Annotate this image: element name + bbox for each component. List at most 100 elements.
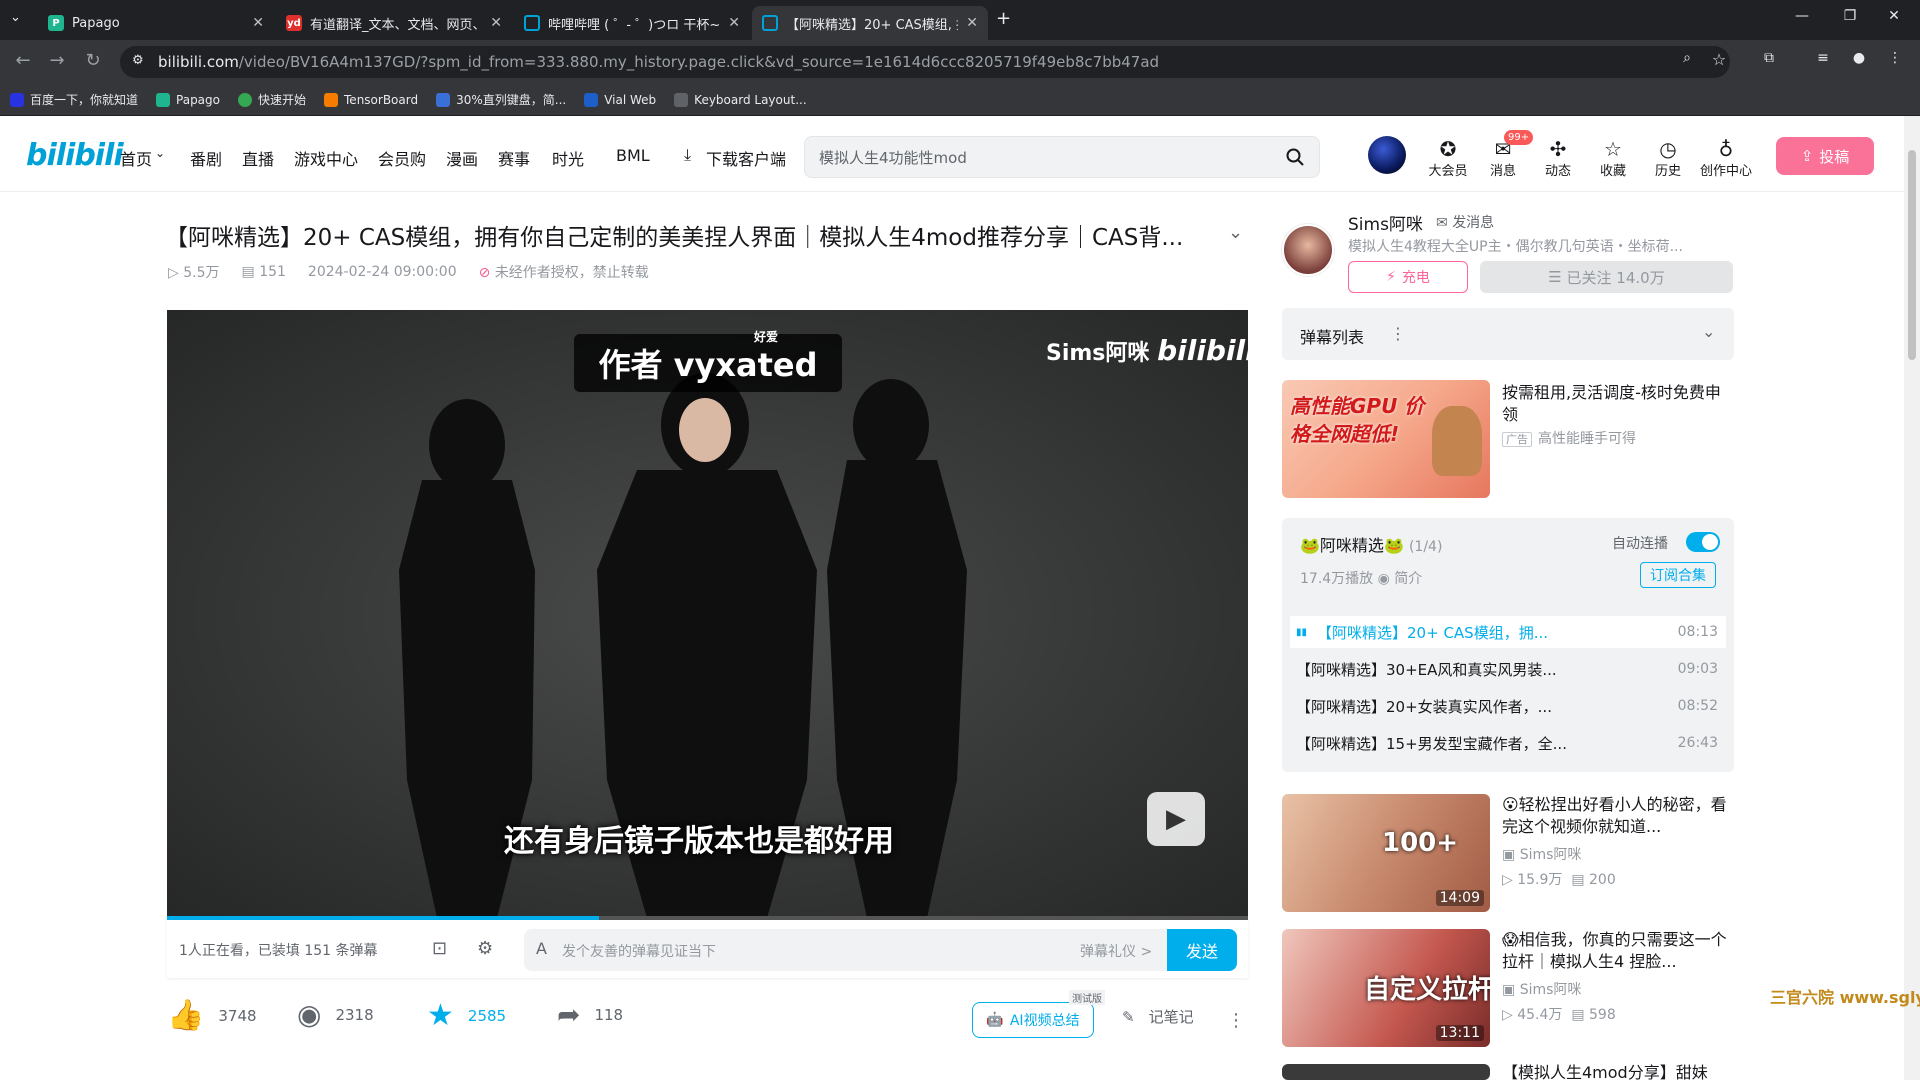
send-message-link[interactable]: ✉ 发消息 [1436, 212, 1494, 232]
vip-button[interactable]: ✪ 大会员 [1421, 138, 1475, 179]
restore-icon[interactable]: ❐ [1830, 8, 1870, 24]
history-button[interactable]: ◷ 历史 [1641, 138, 1695, 179]
browser-tab-papago[interactable]: P Papago ✕ [38, 6, 274, 40]
nav-bml[interactable]: BML [616, 146, 650, 165]
browser-tab-youdao[interactable]: yd 有道翻译_文本、文档、网页、 ✕ [276, 6, 512, 40]
forward-icon[interactable]: → [44, 50, 70, 71]
nav-anime[interactable]: 番剧 [190, 146, 222, 170]
profile-icon[interactable]: ● [1846, 50, 1872, 66]
coin-button[interactable]: ◉ 2318 [297, 998, 374, 1031]
new-tab-icon[interactable]: + [996, 8, 1011, 29]
search-icon[interactable] [1285, 147, 1305, 167]
bookmark-tensorboard[interactable]: TensorBoard [324, 92, 418, 107]
danmaku-etiquette-link[interactable]: 弹幕礼仪 > [1080, 941, 1152, 961]
nav-game-center[interactable]: 游戏中心 [294, 146, 358, 170]
nav-home[interactable]: 首页 [120, 146, 152, 170]
dynamic-button[interactable]: ✣ 动态 [1531, 138, 1585, 179]
recommend-thumbnail[interactable] [1282, 1064, 1490, 1080]
reload-icon[interactable]: ↻ [80, 50, 106, 71]
chevron-down-icon[interactable]: ⌄ [155, 146, 165, 160]
window-close-icon[interactable]: ✕ [1874, 8, 1914, 24]
recommend-title[interactable]: 😱相信我，你真的只需要这一个拉杆｜模拟人生4 捏脸... [1502, 929, 1734, 973]
up-name[interactable]: Sims阿咪 [1348, 210, 1423, 235]
browser-tab-active-video[interactable]: 【阿咪精选】20+ CAS模组, 拥 ✕ [752, 6, 988, 40]
user-avatar[interactable] [1368, 136, 1406, 174]
like-button[interactable]: 👍 3748 [167, 998, 257, 1033]
minimize-icon[interactable]: — [1782, 8, 1822, 24]
favorite-action-button[interactable]: ★ 2585 [427, 998, 506, 1033]
bookmark-keyboard[interactable]: 30%直列键盘，简... [436, 91, 566, 108]
media-icon[interactable]: ≡ [1810, 50, 1836, 66]
favorite-button[interactable]: ☆ 收藏 [1586, 138, 1640, 179]
title-expand-icon[interactable]: ⌄ [1228, 222, 1243, 243]
danmaku-list-panel[interactable]: 弹幕列表 ⋮ ⌄ [1282, 308, 1734, 360]
up-avatar[interactable] [1282, 224, 1334, 276]
video-watermark: Sims阿咪 bilibili [1046, 334, 1255, 367]
ai-summary-button[interactable]: 🤖 AI视频总结 [972, 1002, 1094, 1038]
creator-icon: ♁ [1718, 137, 1734, 161]
recommend-thumbnail[interactable]: 100+ 14:09 [1282, 794, 1490, 912]
recommend-up[interactable]: ▣ Sims阿咪 [1502, 979, 1581, 999]
nav-manga[interactable]: 漫画 [446, 146, 478, 170]
collection-item[interactable]: ▮▮ 【阿咪精选】20+ CAS模组，拥... 08:13 [1290, 616, 1726, 648]
danmaku-toggle-icon[interactable]: ⊡ [432, 938, 447, 959]
close-icon[interactable]: ✕ [728, 15, 740, 31]
share-button[interactable]: ➦ 118 [557, 998, 623, 1031]
bookmark-star-icon[interactable]: ☆ [1706, 50, 1732, 69]
back-icon[interactable]: ← [10, 50, 36, 71]
subscribe-collection-button[interactable]: 订阅合集 [1640, 562, 1716, 588]
recommend-title[interactable]: 【模拟人生4mod分享】甜妹必... [1502, 1062, 1734, 1080]
recommend-thumbnail[interactable]: 自定义拉杆 13:11 [1282, 929, 1490, 1047]
recommend-title[interactable]: 😮轻松捏出好看小人的秘密，看完这个视频你就知道... [1502, 794, 1734, 838]
nav-download-client[interactable]: 下载客户端 [706, 146, 786, 170]
zoom-icon[interactable]: ⌕ [1674, 50, 1700, 66]
autoplay-toggle[interactable] [1686, 532, 1720, 552]
ad-image[interactable]: 高性能GPU 价格全网超低! [1282, 380, 1490, 498]
send-danmaku-button[interactable]: 发送 [1167, 929, 1237, 971]
page-scrollbar[interactable] [1904, 116, 1920, 1080]
close-icon[interactable]: ✕ [252, 15, 264, 31]
recommend-stats: ▷ 45.4万 ▤ 598 [1502, 1004, 1616, 1024]
nav-timeline[interactable]: 时光 [552, 146, 584, 170]
ad-title[interactable]: 按需租用,灵活调度-核时免费申领 [1502, 382, 1730, 426]
close-icon[interactable]: ✕ [490, 15, 502, 31]
nav-shop[interactable]: 会员购 [378, 146, 426, 170]
creator-center-button[interactable]: ♁ 创作中心 [1696, 138, 1756, 179]
options-icon[interactable]: ⋮ [1390, 324, 1406, 343]
danmaku-settings-icon[interactable]: ⚙ [477, 938, 493, 959]
more-icon[interactable]: ⋮ [1227, 1010, 1245, 1031]
danmaku-input[interactable]: A 发个友善的弹幕见证当下 弹幕礼仪 > [524, 929, 1237, 971]
chevron-down-icon[interactable]: ⌄ [1702, 322, 1715, 341]
nav-esports[interactable]: 赛事 [498, 146, 530, 170]
recommend-up[interactable]: ▣ Sims阿咪 [1502, 844, 1581, 864]
menu-icon[interactable]: ⋮ [1882, 50, 1908, 66]
bookmark-keyboard-layout[interactable]: Keyboard Layout... [674, 92, 807, 107]
browser-tab-bilibili-home[interactable]: 哔哩哔哩 ( ゜- ゜)つロ 干杯~-bi ✕ [514, 6, 750, 40]
url-field[interactable]: ⚙ bilibili.com/video/BV16A4m137GD/?spm_i… [120, 46, 1730, 78]
tab-search-icon[interactable]: ⌄ [10, 10, 21, 25]
collection-intro[interactable]: 简介 [1394, 571, 1422, 587]
collection-item[interactable]: 【阿咪精选】20+女装真实风作者，... 08:52 [1290, 690, 1726, 722]
collection-item[interactable]: 【阿咪精选】15+男发型宝藏作者，全... 26:43 [1290, 727, 1726, 759]
collection-title[interactable]: 🐸阿咪精选🐸 (1/4) [1300, 532, 1442, 556]
close-icon[interactable]: ✕ [966, 15, 978, 31]
site-info-icon[interactable]: ⚙ [132, 53, 144, 68]
collection-item[interactable]: 【阿咪精选】30+EA风和真实风男装... 09:03 [1290, 653, 1726, 685]
charge-button[interactable]: ⚡ 充电 [1348, 261, 1468, 293]
search-input[interactable]: 模拟人生4功能性mod [804, 136, 1320, 178]
message-button[interactable]: ✉ 99+ 消息 [1476, 130, 1534, 179]
nav-live[interactable]: 直播 [242, 146, 274, 170]
scrollbar-thumb[interactable] [1908, 150, 1916, 360]
bookmark-quickstart[interactable]: 快速开始 [238, 91, 306, 108]
bookmark-vial[interactable]: Vial Web [584, 92, 656, 107]
follow-button[interactable]: ☰ 已关注 14.0万 [1480, 261, 1733, 293]
bookmark-papago[interactable]: Papago [156, 92, 220, 107]
bookmark-baidu[interactable]: 百度一下，你就知道 [10, 91, 138, 108]
autoplay-label: 自动连播 [1612, 536, 1668, 552]
extensions-icon[interactable]: ⧉ [1756, 50, 1782, 66]
notes-button[interactable]: ✎ 记笔记 [1122, 1006, 1194, 1027]
bilibili-logo[interactable]: bilibili [26, 138, 124, 173]
play-icon[interactable]: ▶ [1147, 792, 1205, 846]
text-style-icon[interactable]: A [536, 939, 547, 958]
upload-button[interactable]: ⇪ 投稿 [1776, 137, 1874, 175]
